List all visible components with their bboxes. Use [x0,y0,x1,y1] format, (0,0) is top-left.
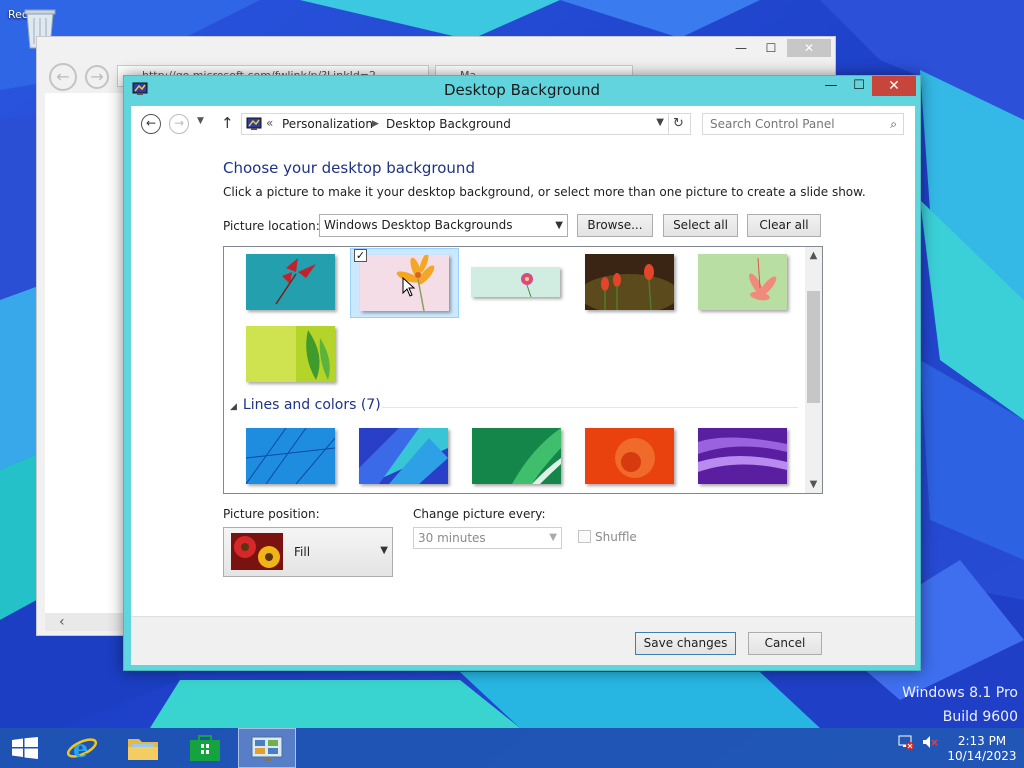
page-title: Choose your desktop background [223,159,475,177]
address-history-chevron-icon[interactable]: ▼ [656,117,664,128]
breadcrumb[interactable]: « Personalization ▶ Desktop Background ▼ [241,113,669,135]
picture-position-select[interactable]: Fill ▼ [223,527,393,577]
picture-location-label: Picture location: [223,219,320,233]
cancel-button[interactable]: Cancel [748,632,822,655]
folder-icon [128,739,158,760]
change-interval-select[interactable]: 30 minutes ▼ [413,527,562,549]
wallpaper-thumbnail[interactable] [698,254,787,310]
search-input[interactable]: Search Control Panel ⌕ [702,113,904,135]
scroll-down-icon[interactable]: ▼ [805,476,822,493]
wallpaper-gallery[interactable]: ✓ ◢ Lines and colors (7) ▲ ▼ [223,246,823,494]
taskbar-internet-explorer[interactable]: e [52,728,110,768]
wallpaper-thumbnail[interactable] [246,326,335,382]
chevron-down-icon: ▼ [549,532,557,543]
control-panel-icon [251,736,283,761]
windows-logo-icon [12,737,38,759]
page-description: Click a picture to make it your desktop … [223,185,866,199]
group-title: Lines and colors (7) [242,397,381,413]
wallpaper-thumbnail[interactable] [359,428,448,484]
taskbar-control-panel[interactable] [238,728,296,768]
breadcrumb-item-desktop-background[interactable]: Desktop Background [386,117,511,131]
browser-close-button[interactable]: ✕ [787,39,831,57]
picture-position-label: Picture position: [223,507,320,521]
browser-content [45,93,125,613]
search-icon[interactable]: ⌕ [890,114,897,134]
up-arrow-icon[interactable]: ↑ [221,114,234,132]
svg-text:e: e [73,734,88,763]
close-button[interactable]: ✕ [872,76,916,96]
browser-maximize-button[interactable]: ☐ [757,39,785,57]
refresh-icon[interactable]: ↻ [667,113,691,135]
clear-all-button[interactable]: Clear all [747,214,821,237]
chevron-down-icon: ▼ [380,545,388,556]
scroll-up-icon[interactable]: ▲ [805,247,822,264]
breadcrumb-overflow-icon[interactable]: « [266,116,273,130]
picture-position-value: Fill [294,545,311,559]
wallpaper-thumbnail[interactable] [585,428,674,484]
gallery-scrollbar[interactable]: ▲ ▼ [805,247,822,493]
wallpaper-thumbnail[interactable] [698,428,787,484]
wallpaper-thumbnail[interactable] [246,428,335,484]
group-header-lines-and-colors[interactable]: ◢ Lines and colors (7) [230,397,381,413]
browser-forward-icon[interactable]: → [85,65,109,89]
internet-explorer-icon: e [66,734,98,763]
change-interval-label: Change picture every: [413,507,546,521]
collapse-triangle-icon[interactable]: ◢ [230,402,237,412]
shuffle-label: Shuffle [595,530,637,544]
wallpaper-thumbnail[interactable] [246,254,335,310]
minimize-button[interactable]: — [818,76,844,96]
window-client-area: ← → ▼ ↑ « Personalization ▶ Desktop Back… [131,106,915,665]
build-watermark: Build 9600 [942,709,1018,725]
navigation-bar: ← → ▼ ↑ « Personalization ▶ Desktop Back… [131,106,915,142]
picture-location-select[interactable]: Windows Desktop Backgrounds ▼ [319,214,568,237]
browser-scroll-left-icon[interactable]: ‹ [45,613,125,631]
shuffle-checkbox[interactable]: Shuffle [578,530,637,544]
control-panel-icon [246,117,262,130]
maximize-button[interactable]: ☐ [846,76,872,96]
checkbox-icon[interactable] [578,530,591,543]
search-placeholder: Search Control Panel [710,117,835,131]
desktop-background-window[interactable]: Desktop Background — ☐ ✕ ← → ▼ ↑ « Perso… [123,75,921,671]
clock-date: 10/14/2023 [947,749,1017,763]
window-title: Desktop Background [443,81,601,99]
forward-arrow-icon[interactable]: → [169,114,189,134]
store-icon [190,735,220,761]
network-disconnected-icon[interactable] [898,734,914,753]
edition-watermark: Windows 8.1 Pro [902,685,1018,701]
save-changes-button[interactable]: Save changes [635,632,736,655]
mouse-cursor-icon [402,277,416,297]
wallpaper-thumbnail[interactable] [471,267,560,297]
browser-minimize-button[interactable]: — [727,39,755,57]
volume-muted-icon[interactable] [922,734,938,753]
position-preview-image [231,533,283,570]
clock-time: 2:13 PM [957,734,1007,748]
taskbar-store[interactable] [176,728,234,768]
breadcrumb-item-personalization[interactable]: Personalization [282,117,373,131]
recent-locations-chevron-icon[interactable]: ▼ [197,116,204,126]
change-interval-value: 30 minutes [418,531,486,545]
browse-button[interactable]: Browse... [577,214,653,237]
group-divider [382,407,798,408]
breadcrumb-chevron-icon[interactable]: ▶ [372,119,379,129]
desktop-icon-recycle-bin[interactable]: Recyc [8,6,68,49]
back-arrow-icon[interactable]: ← [141,114,161,134]
chevron-down-icon: ▼ [555,220,563,231]
start-button[interactable] [0,728,50,768]
picture-location-value: Windows Desktop Backgrounds [324,218,513,232]
wallpaper-thumbnail[interactable] [472,428,561,484]
taskbar: e 2:13 PM 10/14/2023 [0,728,1024,768]
scrollbar-thumb[interactable] [807,291,820,403]
wallpaper-thumbnail[interactable] [585,254,674,310]
taskbar-file-explorer[interactable] [114,728,172,768]
browser-back-icon[interactable]: ← [49,63,77,91]
select-all-button[interactable]: Select all [663,214,738,237]
system-clock[interactable]: 2:13 PM 10/14/2023 [944,734,1020,764]
selected-checkbox-icon[interactable]: ✓ [354,249,367,262]
dialog-footer: Save changes Cancel [131,616,915,665]
